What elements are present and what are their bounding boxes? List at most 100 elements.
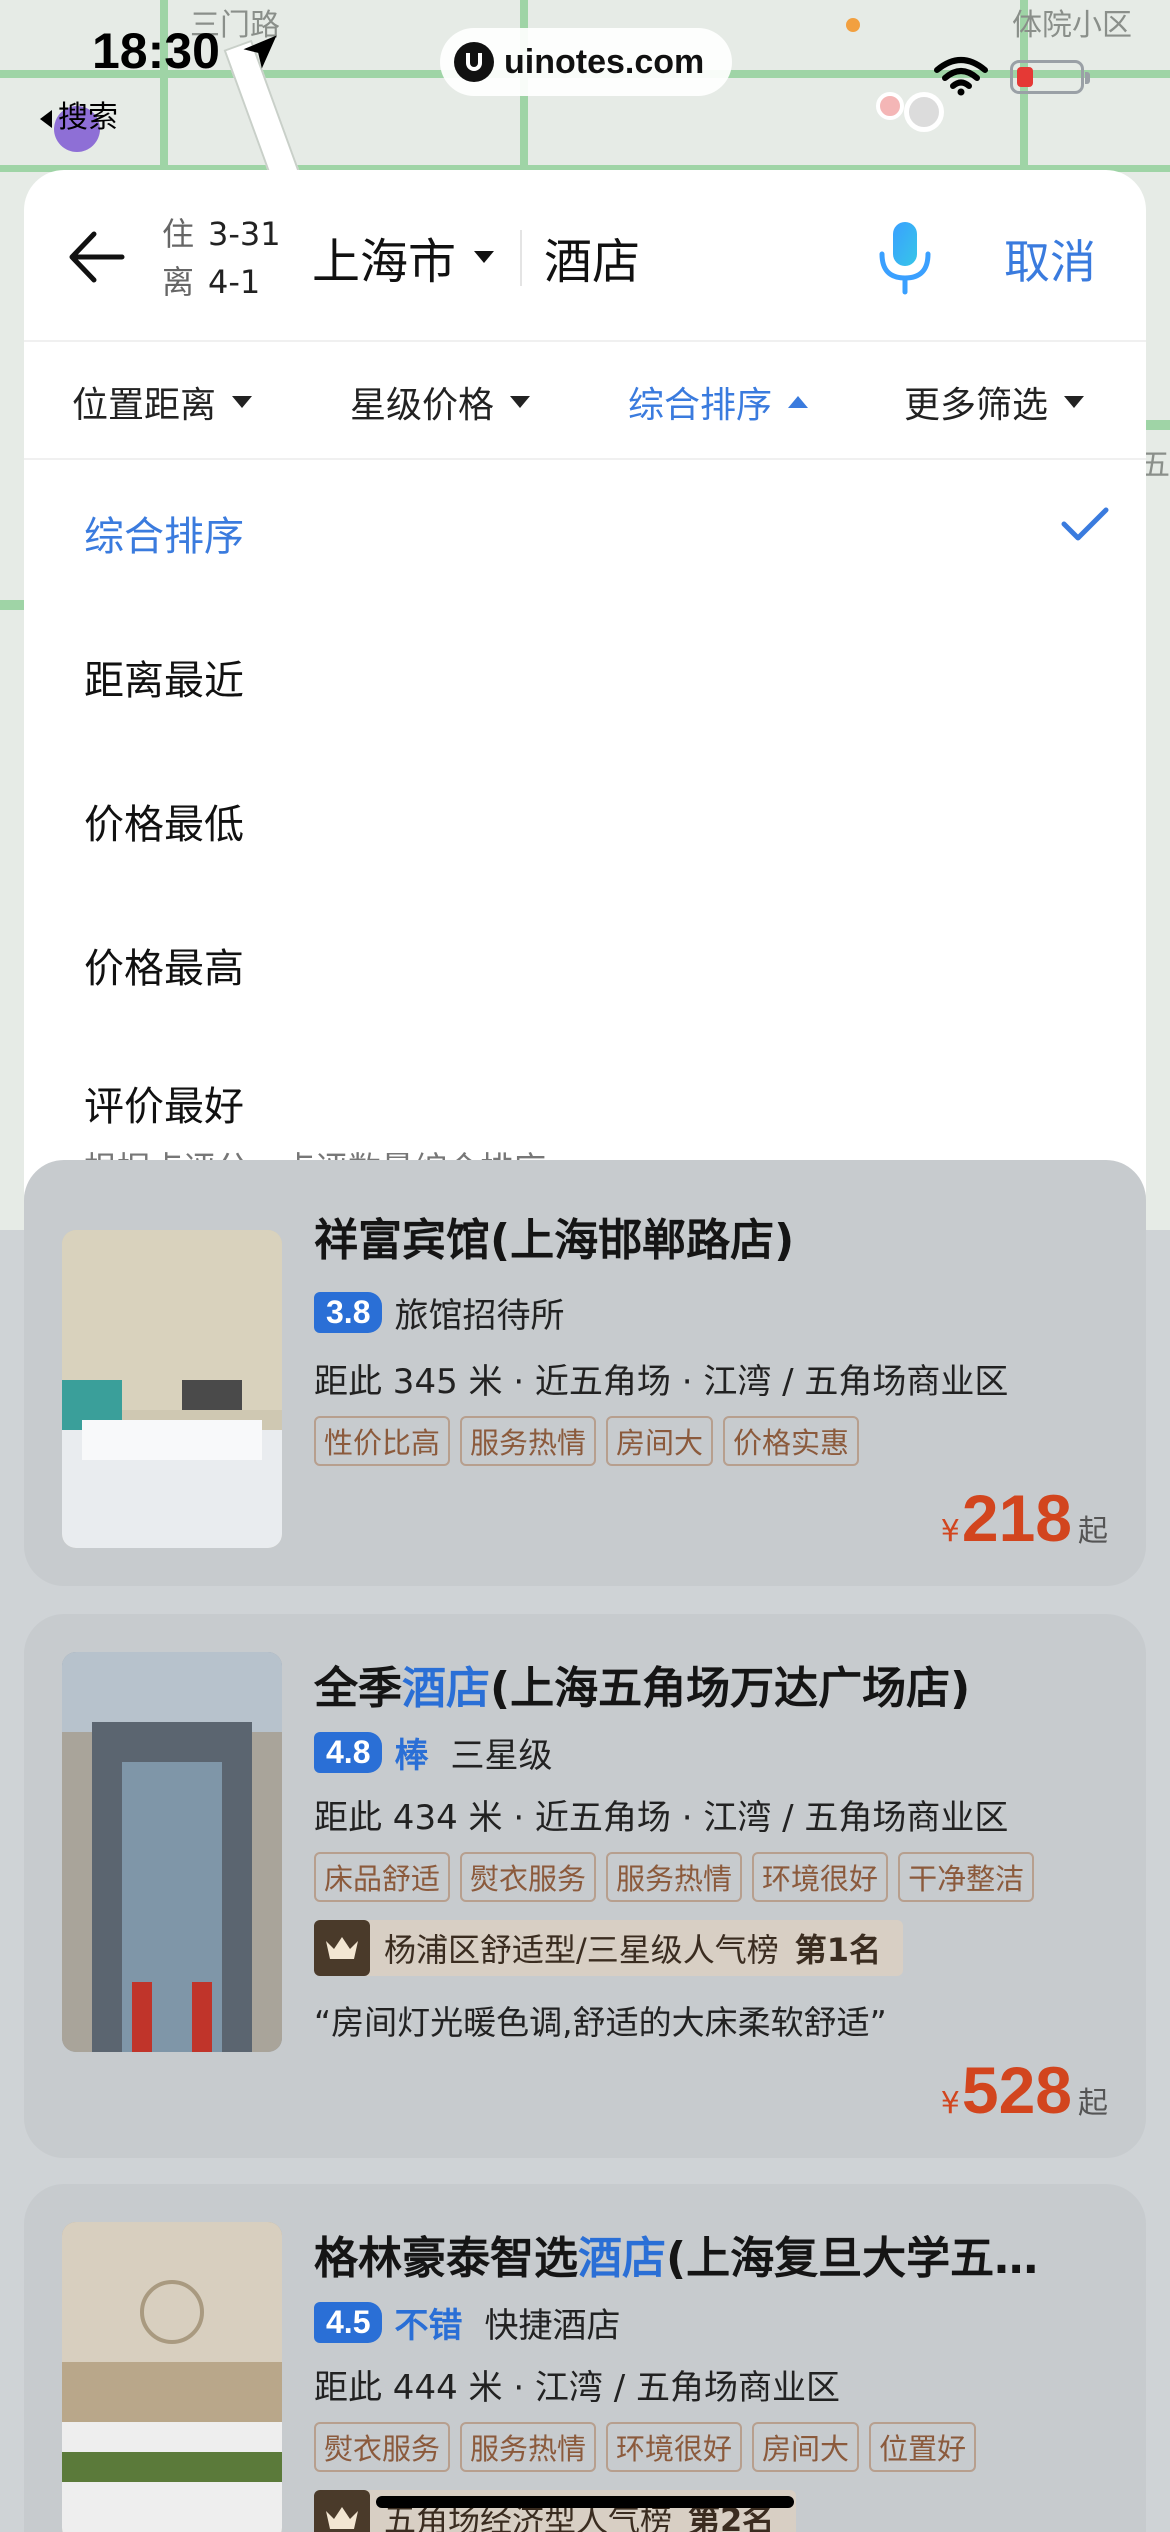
hotel-tags: 性价比高 服务热情 房间大 价格实惠 (314, 1416, 860, 1466)
filter-label: 星级价格 (350, 385, 495, 426)
hotel-tag: 位置好 (869, 2422, 977, 2472)
sort-option-nearest[interactable]: 距离最近 (84, 648, 244, 706)
filter-more[interactable]: 更多筛选 (904, 376, 1085, 428)
crown-icon (314, 1920, 370, 1976)
hotel-tag: 环境很好 (606, 2422, 743, 2472)
price-currency: ¥ (940, 1514, 960, 1549)
hotel-card[interactable]: 全季酒店(上海五角场万达广场店) 4.8 棒 三星级 距此 434 米 · 近五… (24, 1614, 1146, 2158)
hotel-distance: 距此 345 米 · 近五角场 · 江湾 / 五角场商业区 (314, 1362, 1009, 1402)
checkout-label: 离 (162, 263, 195, 301)
search-panel: 住 3-31 离 4-1 上海市 酒店 取消 位置距离 星级价格 综合排序 更多筛选 (24, 170, 1146, 1230)
caret-down-icon (232, 396, 253, 408)
hotel-card[interactable]: 格林豪泰智选酒店(上海复旦大学五… 4.5 不错 快捷酒店 距此 444 米 ·… (24, 2184, 1146, 2532)
hotel-tags: 熨衣服务 服务热情 环境很好 房间大 位置好 (314, 2422, 977, 2472)
hotel-name[interactable]: 祥富宾馆(上海邯郸路店) (314, 1204, 794, 1268)
back-app-label: 搜索 (58, 100, 118, 135)
hotel-photo (62, 1652, 282, 2052)
hotel-distance: 距此 434 米 · 近五角场 · 江湾 / 五角场商业区 (314, 1798, 1009, 1838)
status-time: 18:30 (92, 23, 220, 79)
hotel-name-keyword: 酒店 (402, 1663, 490, 1714)
location-arrow-icon (243, 35, 277, 69)
checkin-date: 3-31 (208, 215, 281, 253)
search-input[interactable]: 酒店 (544, 222, 640, 292)
caret-down-icon (1064, 396, 1085, 408)
hotel-rating: 4.8 棒 三星级 (314, 1728, 552, 1777)
hotel-name-branch: (上海复旦大学五… (666, 2233, 1039, 2284)
price-suffix: 起 (1078, 2086, 1108, 2121)
price-currency: ¥ (940, 2086, 960, 2121)
sort-option-price-low[interactable]: 价格最低 (84, 792, 244, 850)
hotel-tag: 性价比高 (314, 1416, 451, 1466)
uinotes-logo-icon (454, 42, 494, 82)
hotel-name-brand: 格林豪泰智选 (314, 2233, 578, 2284)
city-selector[interactable]: 上海市 (312, 222, 495, 292)
sort-option-comprehensive[interactable]: 综合排序 (84, 504, 244, 562)
date-selector[interactable]: 住 3-31 离 4-1 (162, 210, 281, 306)
home-indicator[interactable] (376, 2496, 794, 2508)
hotel-tag: 床品舒适 (314, 1852, 451, 1902)
ranking-badge[interactable]: 杨浦区舒适型/三星级人气榜 第1名 (314, 1920, 904, 1976)
caret-down-icon (474, 251, 495, 263)
price-value: 218 (961, 1481, 1072, 1555)
filter-bar: 位置距离 星级价格 综合排序 更多筛选 (24, 340, 1146, 460)
score-badge: 3.8 (314, 1292, 383, 1333)
url-text: uinotes.com (504, 42, 705, 81)
filter-label: 位置距离 (72, 385, 217, 426)
ranking-text: 杨浦区舒适型/三星级人气榜 (384, 1931, 779, 1969)
score-word: 棒 (394, 1736, 429, 1776)
checkout-date: 4-1 (208, 263, 261, 301)
caret-down-icon (510, 396, 531, 408)
hotel-name-branch: (上海五角场万达广场店) (490, 1663, 971, 1714)
hotel-price: ¥ 528 起 (941, 2052, 1108, 2128)
filter-location-distance[interactable]: 位置距离 (72, 376, 253, 428)
sort-option-best-rated[interactable]: 评价最好 (84, 1074, 244, 1132)
hotel-rating: 3.8 旅馆招待所 (314, 1288, 564, 1337)
hotel-name-keyword: 酒店 (578, 2233, 666, 2284)
filter-star-price[interactable]: 星级价格 (350, 376, 531, 428)
ranking-position: 第1名 (794, 1931, 882, 1969)
checkmark-icon (1061, 507, 1109, 541)
hotel-price: ¥ 218 起 (941, 1480, 1108, 1556)
back-to-app-link[interactable]: 搜索 (40, 92, 118, 136)
wifi-icon (934, 57, 988, 96)
score-word: 不错 (394, 2306, 463, 2346)
divider (520, 230, 522, 286)
hotel-tag: 服务热情 (460, 1416, 597, 1466)
price-value: 528 (961, 2053, 1072, 2127)
hotel-tags: 床品舒适 熨衣服务 服务热情 环境很好 干净整洁 (314, 1852, 1035, 1902)
hotel-tag: 房间大 (606, 1416, 714, 1466)
score-badge: 4.5 (314, 2302, 383, 2343)
hotel-type: 旅馆招待所 (394, 1296, 565, 1336)
hotel-distance: 距此 444 米 · 江湾 / 五角场商业区 (314, 2368, 841, 2408)
hotel-tag: 干净整洁 (898, 1852, 1035, 1902)
back-triangle-icon (40, 109, 52, 128)
cancel-button[interactable]: 取消 (1004, 226, 1096, 292)
hotel-rating: 4.5 不错 快捷酒店 (314, 2298, 620, 2347)
city-name: 上海市 (312, 234, 457, 290)
hotel-tag: 熨衣服务 (314, 2422, 451, 2472)
crown-icon (314, 2490, 370, 2532)
sort-option-price-high[interactable]: 价格最高 (84, 936, 244, 994)
hotel-tag: 服务热情 (606, 1852, 743, 1902)
checkin-label: 住 (162, 215, 195, 253)
hotel-tag: 价格实惠 (723, 1416, 860, 1466)
filter-label: 更多筛选 (904, 385, 1049, 426)
review-quote: “房间灯光暖色调,舒适的大床柔软舒适” (314, 2003, 887, 2042)
filter-sort[interactable]: 综合排序 (628, 376, 809, 428)
hotel-tag: 熨衣服务 (460, 1852, 597, 1902)
search-bar: 住 3-31 离 4-1 上海市 酒店 取消 (24, 170, 1146, 340)
hotel-name[interactable]: 全季酒店(上海五角场万达广场店) (314, 1652, 970, 1716)
hotel-tag: 环境很好 (752, 1852, 889, 1902)
hotel-type: 快捷酒店 (484, 2306, 621, 2346)
hotel-tag: 房间大 (752, 2422, 860, 2472)
hotel-name[interactable]: 格林豪泰智选酒店(上海复旦大学五… (314, 2222, 1038, 2286)
hotel-photo (62, 1230, 282, 1548)
url-pill[interactable]: uinotes.com (440, 28, 732, 96)
price-suffix: 起 (1078, 1514, 1108, 1549)
back-arrow-icon[interactable] (62, 222, 132, 292)
hotel-card[interactable]: 祥富宾馆(上海邯郸路店) 3.8 旅馆招待所 距此 345 米 · 近五角场 ·… (24, 1160, 1146, 1586)
caret-up-icon (788, 396, 809, 408)
microphone-icon[interactable] (870, 218, 940, 298)
hotel-photo (62, 2222, 282, 2532)
hotel-name-brand: 全季 (314, 1663, 402, 1714)
